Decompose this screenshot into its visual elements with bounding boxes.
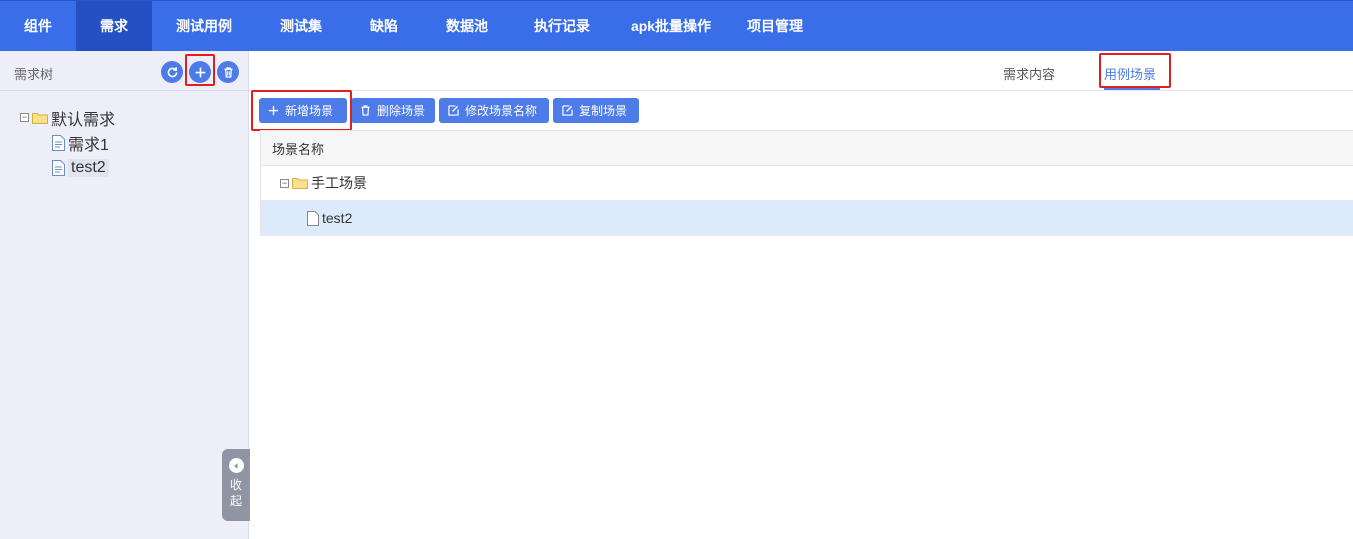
nav-item-defects[interactable]: 缺陷 [346,1,422,51]
folder-icon [32,112,48,124]
file-icon [307,210,319,226]
caret-left-icon [228,458,244,473]
add-requirement-button[interactable] [189,61,211,83]
folder-icon [292,178,308,189]
scenario-row-selected[interactable]: test2 [260,201,1353,236]
grid-column-header: 场景名称 [260,130,1353,166]
document-icon [52,159,65,176]
collapse-toggle-icon[interactable]: − [280,178,289,188]
nav-item-test-sets[interactable]: 测试集 [256,1,346,51]
refresh-button[interactable] [161,61,183,83]
top-nav: 组件 需求 测试用例 测试集 缺陷 数据池 执行记录 apk批量操作 项目管理 [0,0,1353,51]
nav-item-apk-batch[interactable]: apk批量操作 [612,1,730,51]
tree-node-root[interactable]: − 默认需求 [20,105,115,130]
plus-icon [268,105,279,116]
edit-icon [448,105,459,116]
scenario-label: test2 [322,210,353,226]
tab-requirement-content[interactable]: 需求内容 [1003,64,1055,83]
requirement-sidebar: 需求树 − 默认需求 需求1 test2 收起 [0,51,250,539]
tree-node-label: 需求1 [68,136,109,154]
collapse-label: 收起 [230,478,243,508]
tab-bar: 需求内容 用例场景 [249,51,1353,91]
tab-case-scenarios[interactable]: 用例场景 [1104,64,1156,83]
nav-item-test-cases[interactable]: 测试用例 [152,1,256,51]
trash-icon [361,105,370,116]
nav-item-project-management[interactable]: 项目管理 [730,1,820,51]
nav-item-requirements[interactable]: 需求 [76,1,152,51]
scenario-folder-row[interactable]: − 手工场景 [260,166,1353,201]
add-scenario-button[interactable]: 新增场景 [259,98,347,123]
nav-item-execution-records[interactable]: 执行记录 [512,1,612,51]
main-content: 需求内容 用例场景 新增场景 删除场景 修改场景名称 复制场景 场景名称 − 手… [249,51,1353,539]
nav-item-components[interactable]: 组件 [0,1,76,51]
sidebar-header: 需求树 [0,51,248,91]
document-icon [52,134,65,151]
collapse-toggle-icon[interactable]: − [20,113,29,122]
rename-scenario-button[interactable]: 修改场景名称 [439,98,549,123]
requirement-tree: − 默认需求 需求1 test2 [20,105,115,180]
tree-node-label: test2 [68,158,109,177]
trash-icon [223,66,233,78]
refresh-icon [167,66,177,77]
copy-scenario-button[interactable]: 复制场景 [553,98,639,123]
collapse-sidebar-button[interactable]: 收起 [222,449,250,521]
scenario-toolbar: 新增场景 删除场景 修改场景名称 复制场景 [259,98,639,123]
scenario-folder-label: 手工场景 [311,175,367,191]
plus-icon [195,67,205,77]
sidebar-title: 需求树 [14,67,54,82]
edit-icon [562,105,573,116]
delete-requirement-button[interactable] [217,61,239,83]
nav-item-data-pool[interactable]: 数据池 [422,1,512,51]
active-tab-underline [1104,88,1160,90]
tree-node-child-selected[interactable]: test2 [20,155,115,180]
scenario-grid: 场景名称 − 手工场景 test2 [260,130,1353,236]
delete-scenario-button[interactable]: 删除场景 [351,98,435,123]
tree-node-child[interactable]: 需求1 [20,130,115,155]
tree-node-label: 默认需求 [51,111,116,129]
